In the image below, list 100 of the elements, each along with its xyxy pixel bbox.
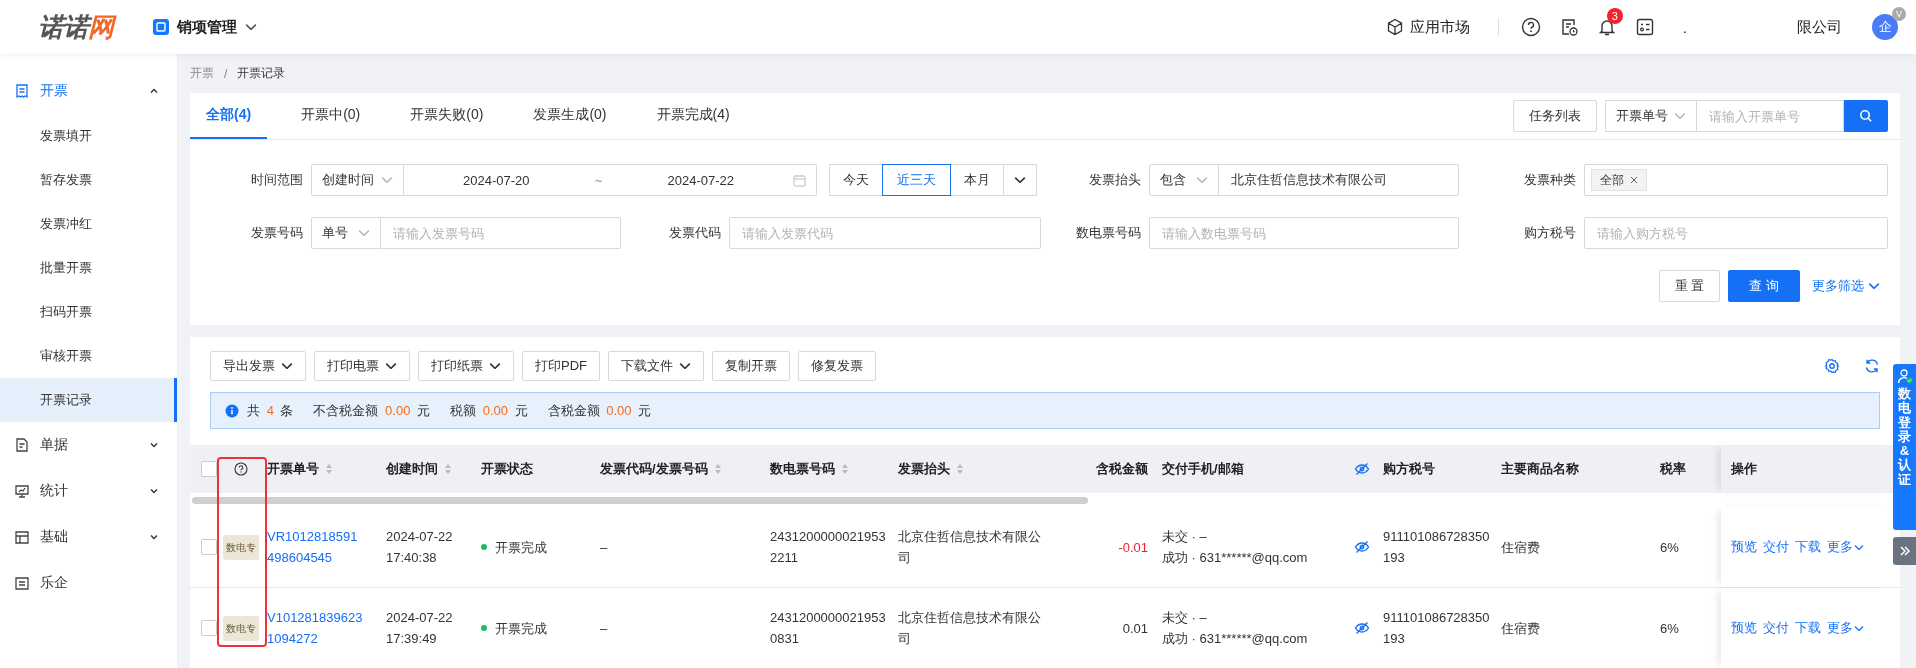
- caret-icon: [245, 24, 257, 30]
- cube-icon: [1385, 18, 1404, 36]
- chevron-icon: [149, 86, 159, 96]
- checklist-icon[interactable]: [1634, 17, 1655, 37]
- select-all-checkbox[interactable]: [200, 461, 217, 477]
- action-link[interactable]: 下载: [1795, 538, 1821, 556]
- caret-icon: [679, 363, 691, 369]
- action-link[interactable]: 下载: [1795, 619, 1821, 637]
- app-market-link[interactable]: 应用市场: [1385, 17, 1470, 37]
- eye-hidden-icon[interactable]: [1353, 620, 1370, 636]
- caret-icon: [1854, 625, 1864, 631]
- date-preset-button[interactable]: 近三天: [882, 164, 951, 196]
- column-header: 操作: [1731, 460, 1757, 478]
- sidebar-item[interactable]: 批量开票: [0, 246, 177, 290]
- toolbar-button[interactable]: 打印电票: [314, 351, 410, 381]
- column-header[interactable]: 创建时间: [386, 460, 438, 478]
- more-filters-link[interactable]: 更多筛选: [1812, 277, 1880, 295]
- action-link[interactable]: 预览: [1731, 538, 1757, 556]
- tab[interactable]: 开票失败(0): [394, 93, 500, 139]
- avatar[interactable]: 企: [1872, 14, 1898, 40]
- search-button[interactable]: [1844, 100, 1888, 132]
- text-field[interactable]: 请输入发票代码: [729, 217, 1041, 249]
- action-link[interactable]: 更多: [1827, 619, 1864, 637]
- table-cell-text: 2024-07-22 17:40:38: [386, 528, 453, 567]
- action-link[interactable]: 预览: [1731, 619, 1757, 637]
- eye-hidden-icon[interactable]: [1353, 539, 1370, 555]
- table-cell-text: 未交 · – 成功 · 631******@qq.com: [1162, 528, 1308, 567]
- column-header[interactable]: 数电票号码: [770, 460, 835, 478]
- search-type-select[interactable]: 开票单号: [1605, 100, 1697, 132]
- filter-label: 时间范围: [250, 171, 304, 189]
- company-name: 限公司: [1797, 17, 1842, 37]
- table-icon: [14, 529, 30, 545]
- task-list-button[interactable]: 任务列表: [1513, 100, 1597, 132]
- sidebar-item[interactable]: 开票: [0, 68, 177, 114]
- breadcrumb-item: 开票记录: [237, 65, 286, 82]
- sidebar-item[interactable]: 暂存发票: [0, 158, 177, 202]
- time-type-select[interactable]: 创建时间: [311, 164, 404, 196]
- caret-icon: [1868, 283, 1880, 289]
- toolbar-button[interactable]: 下载文件: [608, 351, 704, 381]
- order-number-link[interactable]: V1012818396231094272: [267, 607, 363, 649]
- text-field[interactable]: 北京住哲信息技术有限公司: [1219, 164, 1459, 196]
- expand-button[interactable]: [1893, 537, 1916, 565]
- sidebar-item[interactable]: 扫码开票: [0, 290, 177, 334]
- date-preset-button[interactable]: 今天: [829, 164, 883, 196]
- text-field[interactable]: 请输入发票号码: [381, 217, 621, 249]
- toolbar-button[interactable]: 导出发票: [210, 351, 306, 381]
- invoice-type-tag: 数电专: [223, 615, 259, 641]
- row-checkbox[interactable]: [200, 620, 217, 636]
- refresh-icon[interactable]: [1864, 358, 1880, 374]
- chevron-icon: [149, 440, 159, 450]
- sidebar-item[interactable]: 审核开票: [0, 334, 177, 378]
- sidebar-item[interactable]: 单据: [0, 422, 177, 468]
- caret-icon: [358, 230, 370, 236]
- action-link[interactable]: 更多: [1827, 538, 1864, 556]
- tab[interactable]: 开票中(0): [285, 93, 377, 139]
- filter-label: 发票代码: [668, 224, 722, 242]
- order-number-link[interactable]: VR1012818591498604545: [267, 526, 363, 568]
- close-icon[interactable]: [1630, 176, 1638, 184]
- search-icon: [1859, 109, 1873, 123]
- column-header[interactable]: 发票抬头: [898, 460, 950, 478]
- search-field[interactable]: 请输入开票单号: [1697, 100, 1844, 132]
- toolbar-button[interactable]: 打印纸票: [418, 351, 514, 381]
- sidebar-item[interactable]: 开票记录: [0, 378, 177, 422]
- toolbar-button[interactable]: 修复发票: [798, 351, 876, 381]
- help-icon[interactable]: [234, 462, 248, 476]
- sidebar-item[interactable]: 乐企: [0, 560, 177, 606]
- column-header[interactable]: 开票单号: [267, 460, 319, 478]
- settings-icon[interactable]: [1824, 358, 1840, 374]
- sidebar-item[interactable]: 发票冲红: [0, 202, 177, 246]
- row-checkbox[interactable]: [200, 539, 217, 555]
- sidebar-item[interactable]: 基础: [0, 514, 177, 560]
- text-field[interactable]: 请输入数电票号码: [1149, 217, 1459, 249]
- toolbar-button[interactable]: 打印PDF: [522, 351, 600, 381]
- action-link[interactable]: 交付: [1763, 619, 1789, 637]
- sidebar-item[interactable]: 发票填开: [0, 114, 177, 158]
- multi-select-field[interactable]: 全部: [1584, 164, 1888, 196]
- toolbar-button[interactable]: 复制开票: [712, 351, 790, 381]
- column-header[interactable]: 发票代码/发票号码: [600, 460, 708, 478]
- calendar-icon: [793, 173, 806, 187]
- match-select[interactable]: 包含: [1149, 164, 1219, 196]
- match-select[interactable]: 单号: [311, 217, 381, 249]
- login-auth-panel[interactable]: 数电登录&认证: [1893, 364, 1916, 530]
- tab[interactable]: 全部(4): [190, 93, 268, 139]
- sidebar-item[interactable]: 统计: [0, 468, 177, 514]
- eye-hidden-icon[interactable]: [1353, 461, 1370, 477]
- table-cell-text: 开票完成: [495, 538, 547, 557]
- date-preset-button[interactable]: 本月: [950, 164, 1004, 196]
- tab[interactable]: 开票完成(4): [640, 93, 746, 139]
- table-cell-text: 未交 · – 成功 · 631******@qq.com: [1162, 609, 1308, 648]
- query-button[interactable]: 查 询: [1728, 270, 1800, 302]
- tab[interactable]: 发票生成(0): [517, 93, 623, 139]
- scrollbar-thumb[interactable]: [192, 496, 1088, 504]
- filter-label: 发票抬头: [1088, 171, 1142, 189]
- reset-button[interactable]: 重 置: [1658, 270, 1721, 302]
- date-range-field[interactable]: 2024-07-20 ~ 2024-07-22: [404, 164, 817, 196]
- text-field[interactable]: 请输入购方税号: [1584, 217, 1888, 249]
- action-link[interactable]: 交付: [1763, 538, 1789, 556]
- app-switcher[interactable]: 销项管理: [153, 17, 257, 37]
- help-icon[interactable]: [1520, 17, 1541, 37]
- table-cell-text: 911101086728350193: [1383, 528, 1491, 567]
